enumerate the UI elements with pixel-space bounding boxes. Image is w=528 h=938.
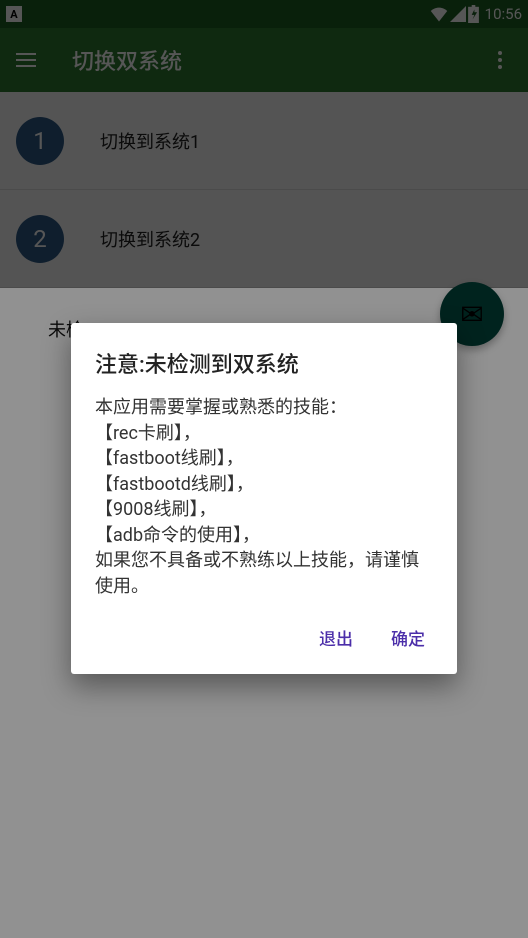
dialog-title: 注意:未检测到双系统 bbox=[95, 347, 433, 379]
confirm-button[interactable]: 确定 bbox=[387, 619, 429, 656]
alert-dialog: 注意:未检测到双系统 本应用需要掌握或熟悉的技能： 【rec卡刷】， 【fast… bbox=[71, 323, 457, 674]
dialog-body: 本应用需要掌握或熟悉的技能： 【rec卡刷】， 【fastboot线刷】， 【f… bbox=[95, 395, 433, 599]
exit-button[interactable]: 退出 bbox=[315, 619, 357, 656]
